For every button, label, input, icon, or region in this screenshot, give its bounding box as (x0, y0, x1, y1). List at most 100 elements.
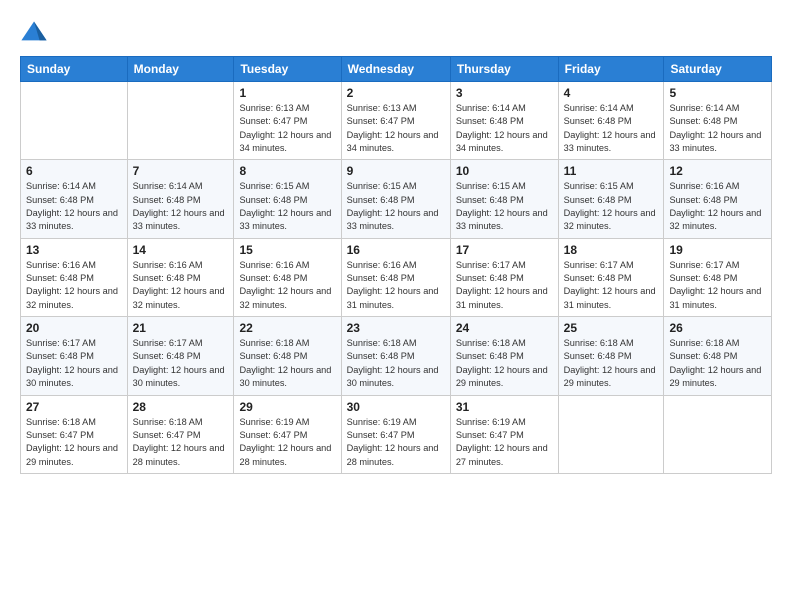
weekday-header-wednesday: Wednesday (341, 57, 450, 82)
day-number: 25 (564, 321, 659, 335)
day-number: 19 (669, 243, 766, 257)
day-info: Sunrise: 6:16 AMSunset: 6:48 PMDaylight:… (26, 259, 122, 312)
day-info: Sunrise: 6:19 AMSunset: 6:47 PMDaylight:… (347, 416, 445, 469)
weekday-header-friday: Friday (558, 57, 664, 82)
day-info: Sunrise: 6:18 AMSunset: 6:48 PMDaylight:… (239, 337, 335, 390)
day-number: 16 (347, 243, 445, 257)
weekday-header-row: SundayMondayTuesdayWednesdayThursdayFrid… (21, 57, 772, 82)
day-number: 22 (239, 321, 335, 335)
calendar-cell: 22 Sunrise: 6:18 AMSunset: 6:48 PMDayligh… (234, 317, 341, 395)
calendar-cell: 31 Sunrise: 6:19 AMSunset: 6:47 PMDayligh… (450, 395, 558, 473)
day-number: 23 (347, 321, 445, 335)
calendar-cell: 18Sunrise: 6:17 AMSunset: 6:48 PMDayligh… (558, 238, 664, 316)
day-info: Sunrise: 6:18 AMSunset: 6:47 PMDaylight:… (133, 416, 229, 469)
calendar-cell: 13 Sunrise: 6:16 AMSunset: 6:48 PMDayligh… (21, 238, 128, 316)
day-info: Sunrise: 6:16 AMSunset: 6:48 PMDaylight:… (347, 259, 445, 312)
page: SundayMondayTuesdayWednesdayThursdayFrid… (0, 0, 792, 612)
calendar-cell: 24 Sunrise: 6:18 AMSunset: 6:48 PMDayligh… (450, 317, 558, 395)
day-info: Sunrise: 6:18 AMSunset: 6:48 PMDaylight:… (456, 337, 553, 390)
day-number: 5 (669, 86, 766, 100)
calendar-cell: 15Sunrise: 6:16 AMSunset: 6:48 PMDayligh… (234, 238, 341, 316)
week-row-5: 27 Sunrise: 6:18 AMSunset: 6:47 PMDayligh… (21, 395, 772, 473)
calendar-cell: 11Sunrise: 6:15 AMSunset: 6:48 PMDayligh… (558, 160, 664, 238)
day-number: 12 (669, 164, 766, 178)
calendar-cell: 3 Sunrise: 6:14 AMSunset: 6:48 PMDaylight… (450, 82, 558, 160)
day-number: 29 (239, 400, 335, 414)
day-number: 27 (26, 400, 122, 414)
day-info: Sunrise: 6:18 AMSunset: 6:48 PMDaylight:… (347, 337, 445, 390)
day-info: Sunrise: 6:16 AMSunset: 6:48 PMDaylight:… (133, 259, 229, 312)
day-number: 13 (26, 243, 122, 257)
header (20, 18, 772, 46)
day-info: Sunrise: 6:13 AMSunset: 6:47 PMDaylight:… (347, 102, 445, 155)
calendar-cell (558, 395, 664, 473)
day-info: Sunrise: 6:17 AMSunset: 6:48 PMDaylight:… (564, 259, 659, 312)
calendar-cell: 5 Sunrise: 6:14 AMSunset: 6:48 PMDaylight… (664, 82, 772, 160)
day-info: Sunrise: 6:19 AMSunset: 6:47 PMDaylight:… (239, 416, 335, 469)
week-row-3: 13 Sunrise: 6:16 AMSunset: 6:48 PMDayligh… (21, 238, 772, 316)
logo (20, 18, 50, 46)
day-info: Sunrise: 6:17 AMSunset: 6:48 PMDaylight:… (456, 259, 553, 312)
week-row-4: 20 Sunrise: 6:17 AMSunset: 6:48 PMDayligh… (21, 317, 772, 395)
calendar-cell: 7Sunrise: 6:14 AMSunset: 6:48 PMDaylight… (127, 160, 234, 238)
day-number: 9 (347, 164, 445, 178)
calendar-cell: 30 Sunrise: 6:19 AMSunset: 6:47 PMDayligh… (341, 395, 450, 473)
logo-icon (20, 18, 48, 46)
day-info: Sunrise: 6:18 AMSunset: 6:48 PMDaylight:… (669, 337, 766, 390)
day-number: 4 (564, 86, 659, 100)
calendar-cell: 17 Sunrise: 6:17 AMSunset: 6:48 PMDayligh… (450, 238, 558, 316)
calendar-cell: 1Sunrise: 6:13 AMSunset: 6:47 PMDaylight… (234, 82, 341, 160)
day-number: 10 (456, 164, 553, 178)
calendar-cell: 23 Sunrise: 6:18 AMSunset: 6:48 PMDayligh… (341, 317, 450, 395)
day-number: 8 (239, 164, 335, 178)
weekday-header-monday: Monday (127, 57, 234, 82)
day-number: 15 (239, 243, 335, 257)
day-info: Sunrise: 6:13 AMSunset: 6:47 PMDaylight:… (239, 102, 335, 155)
calendar-cell: 29 Sunrise: 6:19 AMSunset: 6:47 PMDayligh… (234, 395, 341, 473)
day-number: 28 (133, 400, 229, 414)
week-row-2: 6Sunrise: 6:14 AMSunset: 6:48 PMDaylight… (21, 160, 772, 238)
day-info: Sunrise: 6:17 AMSunset: 6:48 PMDaylight:… (26, 337, 122, 390)
calendar-cell: 26Sunrise: 6:18 AMSunset: 6:48 PMDayligh… (664, 317, 772, 395)
day-info: Sunrise: 6:15 AMSunset: 6:48 PMDaylight:… (347, 180, 445, 233)
weekday-header-tuesday: Tuesday (234, 57, 341, 82)
calendar-cell: 16 Sunrise: 6:16 AMSunset: 6:48 PMDayligh… (341, 238, 450, 316)
calendar-cell: 19Sunrise: 6:17 AMSunset: 6:48 PMDayligh… (664, 238, 772, 316)
day-number: 20 (26, 321, 122, 335)
day-info: Sunrise: 6:14 AMSunset: 6:48 PMDaylight:… (456, 102, 553, 155)
weekday-header-saturday: Saturday (664, 57, 772, 82)
day-number: 7 (133, 164, 229, 178)
calendar-cell (127, 82, 234, 160)
week-row-1: 1Sunrise: 6:13 AMSunset: 6:47 PMDaylight… (21, 82, 772, 160)
calendar-cell (21, 82, 128, 160)
calendar-cell: 14Sunrise: 6:16 AMSunset: 6:48 PMDayligh… (127, 238, 234, 316)
calendar-cell: 25 Sunrise: 6:18 AMSunset: 6:48 PMDayligh… (558, 317, 664, 395)
calendar-cell: 12 Sunrise: 6:16 AMSunset: 6:48 PMDayligh… (664, 160, 772, 238)
calendar-cell: 21Sunrise: 6:17 AMSunset: 6:48 PMDayligh… (127, 317, 234, 395)
day-number: 31 (456, 400, 553, 414)
weekday-header-thursday: Thursday (450, 57, 558, 82)
calendar-cell: 10 Sunrise: 6:15 AMSunset: 6:48 PMDayligh… (450, 160, 558, 238)
calendar-cell: 2 Sunrise: 6:13 AMSunset: 6:47 PMDaylight… (341, 82, 450, 160)
day-info: Sunrise: 6:18 AMSunset: 6:47 PMDaylight:… (26, 416, 122, 469)
day-info: Sunrise: 6:19 AMSunset: 6:47 PMDaylight:… (456, 416, 553, 469)
day-info: Sunrise: 6:14 AMSunset: 6:48 PMDaylight:… (669, 102, 766, 155)
day-info: Sunrise: 6:14 AMSunset: 6:48 PMDaylight:… (564, 102, 659, 155)
day-info: Sunrise: 6:18 AMSunset: 6:48 PMDaylight:… (564, 337, 659, 390)
day-info: Sunrise: 6:15 AMSunset: 6:48 PMDaylight:… (239, 180, 335, 233)
day-number: 11 (564, 164, 659, 178)
day-info: Sunrise: 6:17 AMSunset: 6:48 PMDaylight:… (133, 337, 229, 390)
day-number: 17 (456, 243, 553, 257)
calendar-cell: 20 Sunrise: 6:17 AMSunset: 6:48 PMDayligh… (21, 317, 128, 395)
day-info: Sunrise: 6:16 AMSunset: 6:48 PMDaylight:… (669, 180, 766, 233)
day-number: 3 (456, 86, 553, 100)
calendar: SundayMondayTuesdayWednesdayThursdayFrid… (20, 56, 772, 474)
calendar-cell (664, 395, 772, 473)
day-info: Sunrise: 6:15 AMSunset: 6:48 PMDaylight:… (456, 180, 553, 233)
calendar-cell: 27 Sunrise: 6:18 AMSunset: 6:47 PMDayligh… (21, 395, 128, 473)
calendar-cell: 8 Sunrise: 6:15 AMSunset: 6:48 PMDaylight… (234, 160, 341, 238)
day-number: 2 (347, 86, 445, 100)
day-number: 30 (347, 400, 445, 414)
calendar-cell: 6Sunrise: 6:14 AMSunset: 6:48 PMDaylight… (21, 160, 128, 238)
day-number: 24 (456, 321, 553, 335)
